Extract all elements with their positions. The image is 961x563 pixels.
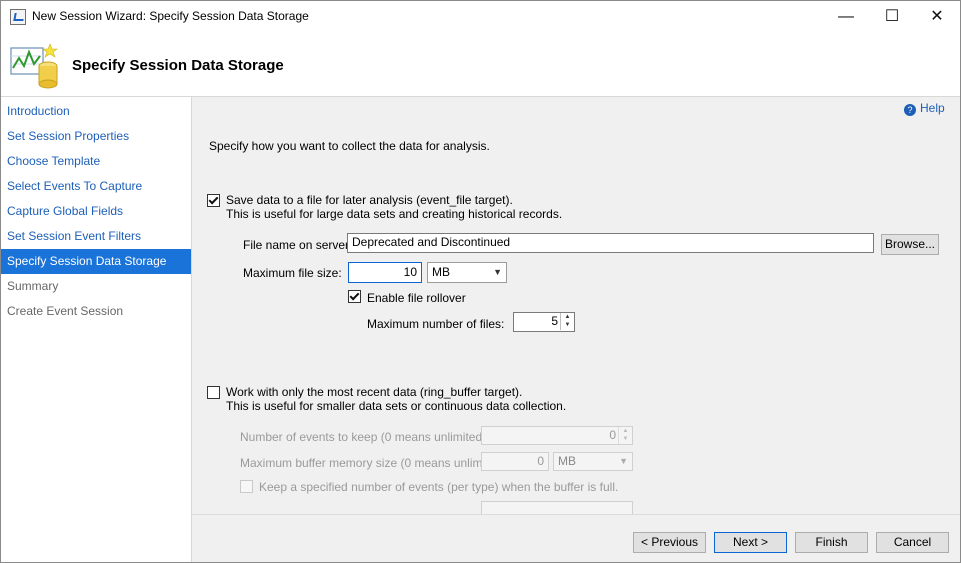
session-chart-database-icon bbox=[10, 43, 58, 89]
wizard-footer: < Previous Next > Finish Cancel bbox=[192, 514, 960, 562]
chevron-down-icon: ▼ bbox=[619, 456, 628, 466]
sidebar-item-specify-data-storage[interactable]: Specify Session Data Storage bbox=[1, 249, 191, 274]
window-title: New Session Wizard: Specify Session Data… bbox=[32, 9, 309, 23]
max-file-size-input[interactable]: 10 bbox=[348, 262, 422, 283]
next-button[interactable]: Next > bbox=[714, 532, 787, 553]
chevron-down-icon: ▼ bbox=[493, 267, 502, 277]
help-link[interactable]: ? Help bbox=[904, 101, 945, 116]
events-keep-label: Number of events to keep (0 means unlimi… bbox=[240, 430, 490, 444]
ring-buffer-checkbox[interactable] bbox=[207, 386, 220, 399]
stepper-arrows-icon: ▲ ▼ bbox=[618, 427, 632, 444]
maximize-button[interactable]: ☐ bbox=[869, 1, 915, 32]
keep-per-type-label: Keep a specified number of events (per t… bbox=[259, 480, 619, 494]
sidebar-item-introduction[interactable]: Introduction bbox=[1, 99, 191, 124]
event-file-label: Save data to a file for later analysis (… bbox=[226, 193, 513, 207]
events-keep-value: 0 bbox=[609, 428, 616, 442]
sidebar-item-choose-template[interactable]: Choose Template bbox=[1, 149, 191, 174]
stepper-arrows-icon[interactable]: ▲ ▼ bbox=[560, 313, 574, 330]
browse-button[interactable]: Browse... bbox=[881, 234, 939, 255]
help-icon: ? bbox=[904, 104, 916, 116]
max-files-stepper[interactable]: 5 ▲ ▼ bbox=[513, 312, 575, 332]
max-file-size-unit-select[interactable]: MB ▼ bbox=[427, 262, 507, 283]
max-files-label: Maximum number of files: bbox=[367, 317, 505, 331]
buffer-memory-unit-value: MB bbox=[558, 454, 576, 468]
keep-per-type-field bbox=[481, 501, 633, 514]
page-title: Specify Session Data Storage bbox=[72, 57, 284, 74]
sidebar-item-summary: Summary bbox=[7, 279, 59, 293]
file-name-label: File name on server: bbox=[243, 238, 353, 252]
events-keep-stepper: 0 ▲ ▼ bbox=[481, 426, 633, 445]
event-file-description: This is useful for large data sets and c… bbox=[226, 207, 563, 221]
sidebar-item-select-events[interactable]: Select Events To Capture bbox=[1, 174, 191, 199]
file-name-input[interactable]: Deprecated and Discontinued bbox=[347, 233, 874, 253]
wizard-steps-sidebar: Introduction Set Session Properties Choo… bbox=[1, 97, 192, 562]
sidebar-item-set-event-filters[interactable]: Set Session Event Filters bbox=[1, 224, 191, 249]
title-bar: New Session Wizard: Specify Session Data… bbox=[1, 1, 960, 32]
finish-button[interactable]: Finish bbox=[795, 532, 868, 553]
cancel-button[interactable]: Cancel bbox=[876, 532, 949, 553]
buffer-memory-unit-select: MB ▼ bbox=[553, 452, 633, 471]
sidebar-item-capture-global-fields[interactable]: Capture Global Fields bbox=[1, 199, 191, 224]
max-file-size-unit-value: MB bbox=[432, 265, 450, 279]
ring-buffer-label: Work with only the most recent data (rin… bbox=[226, 385, 523, 399]
main-content: ? Help Specify how you want to collect th… bbox=[192, 97, 960, 514]
instruction-text: Specify how you want to collect the data… bbox=[209, 139, 490, 153]
wizard-window: New Session Wizard: Specify Session Data… bbox=[0, 0, 961, 563]
minimize-button[interactable]: — bbox=[823, 1, 869, 32]
enable-rollover-label: Enable file rollover bbox=[367, 291, 466, 305]
event-file-checkbox[interactable] bbox=[207, 194, 220, 207]
close-button[interactable]: ✕ bbox=[914, 1, 960, 32]
app-icon bbox=[10, 9, 26, 25]
max-files-value: 5 bbox=[551, 314, 558, 328]
ring-buffer-description: This is useful for smaller data sets or … bbox=[226, 399, 567, 413]
enable-rollover-checkbox[interactable] bbox=[348, 290, 361, 303]
previous-button[interactable]: < Previous bbox=[633, 532, 706, 553]
buffer-memory-label: Maximum buffer memory size (0 means unli… bbox=[240, 456, 510, 470]
sidebar-item-create-event-session: Create Event Session bbox=[7, 304, 124, 318]
keep-per-type-checkbox bbox=[240, 480, 253, 493]
help-label: Help bbox=[920, 101, 945, 115]
buffer-memory-input: 0 bbox=[481, 452, 549, 471]
sidebar-item-set-session-properties[interactable]: Set Session Properties bbox=[1, 124, 191, 149]
max-file-size-label: Maximum file size: bbox=[243, 266, 342, 280]
wizard-header: Specify Session Data Storage bbox=[1, 32, 960, 97]
